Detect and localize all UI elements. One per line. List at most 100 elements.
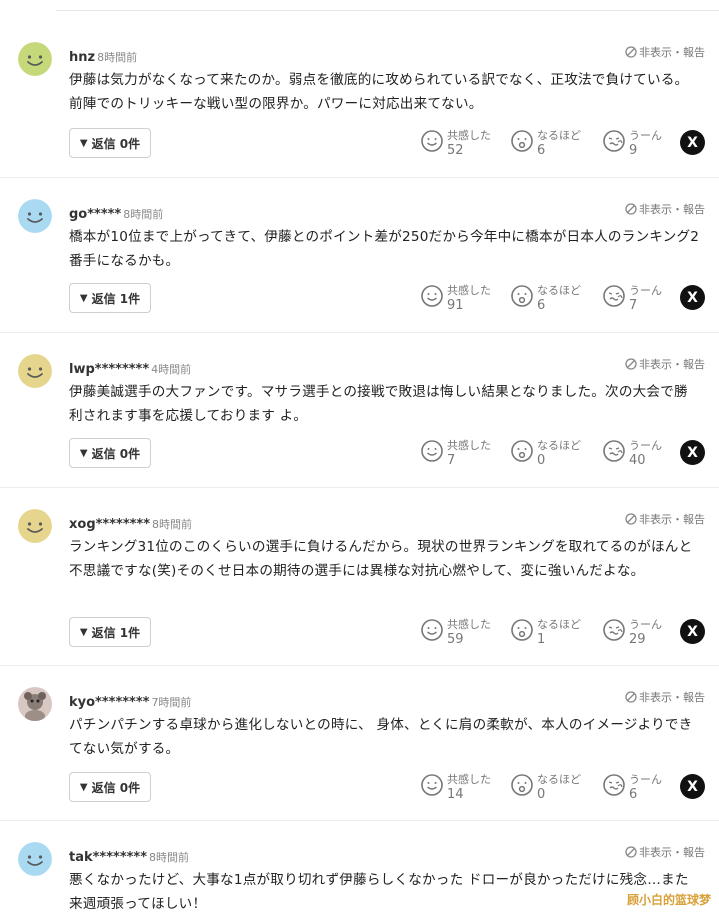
username[interactable]: xog********	[69, 517, 150, 532]
hide-report-link[interactable]: 非表示・報告	[625, 689, 705, 705]
avatar[interactable]	[18, 509, 52, 543]
uun-face-icon	[603, 130, 629, 156]
reaction-label: 共感した	[447, 439, 491, 452]
comment-item: kyo******** 7時間前 非表示・報告パチンパチンする卓球から進化しないとの…	[0, 665, 719, 821]
reaction-count: 6	[629, 787, 638, 802]
hide-report-label: 非表示・報告	[639, 513, 705, 526]
timestamp: 4時間前	[151, 363, 192, 376]
watermark: 顾小白的篮球梦	[626, 893, 711, 907]
reaction-button[interactable]: 共感した 7	[421, 436, 491, 470]
comment-body: 伊藤美誠選手の大ファンです。マサラ選手との接戦で敗退は悔しい結果となりました。次…	[69, 384, 688, 424]
reply-button[interactable]: ▼ 返信 1件	[69, 617, 151, 647]
reaction-button[interactable]: うーん 7	[603, 281, 662, 315]
reply-button[interactable]: ▼ 返信 0件	[69, 128, 151, 158]
timestamp: 8時間前	[97, 51, 138, 64]
avatar[interactable]	[18, 42, 52, 76]
comment-body: ランキング31位のこのくらいの選手に負けるんだから。現状の世界ランキングを取れて…	[69, 539, 693, 579]
timestamp: 8時間前	[123, 208, 164, 221]
reply-button[interactable]: ▼ 返信 0件	[69, 772, 151, 802]
hide-report-link[interactable]: 非表示・報告	[625, 44, 705, 60]
x-share-button[interactable]: X	[680, 285, 705, 310]
x-logo-icon: X	[687, 623, 698, 640]
x-share-button[interactable]: X	[680, 774, 705, 799]
avatar[interactable]	[18, 354, 52, 388]
hide-report-label: 非表示・報告	[639, 46, 705, 59]
reaction-button[interactable]: うーん 9	[603, 126, 662, 160]
comment-meta: tak******** 8時間前	[69, 846, 190, 865]
comment-meta: go***** 8時間前	[69, 203, 164, 222]
hide-report-label: 非表示・報告	[639, 691, 705, 704]
comment-item: go***** 8時間前 非表示・報告 橋本が10位まで上がってきて、伊藤とのポイント…	[0, 177, 719, 333]
comment-body: パチンパチンする卓球から進化しないとの時に、 身体、とくに肩の柔軟が、本人のイメ…	[69, 717, 693, 757]
reply-button[interactable]: ▼ 返信 1件	[69, 283, 151, 313]
x-share-button[interactable]: X	[680, 619, 705, 644]
reaction-label: 共感した	[447, 284, 491, 297]
x-logo-icon: X	[687, 289, 698, 306]
uun-face-icon	[603, 619, 629, 645]
reaction-button[interactable]: なるほど 6	[511, 281, 581, 315]
timestamp: 8時間前	[152, 518, 193, 531]
avatar[interactable]	[18, 687, 52, 721]
reaction-button[interactable]: 共感した 52	[421, 126, 491, 160]
reply-label: 返信 0件	[91, 780, 141, 795]
reaction-button[interactable]: うーん 40	[603, 436, 662, 470]
caret-down-icon: ▼	[79, 447, 88, 459]
reaction-label: 共感した	[447, 129, 491, 142]
comment-item: tak******** 8時間前 非表示・報告 悪くなかったけど、大事な1点が取り切れ…	[0, 820, 719, 916]
x-share-button[interactable]: X	[680, 440, 705, 465]
avatar[interactable]	[18, 842, 52, 876]
reaction-button[interactable]: なるほど 0	[511, 770, 581, 804]
caret-down-icon: ▼	[79, 781, 88, 793]
hide-report-link[interactable]: 非表示・報告	[625, 356, 705, 372]
x-logo-icon: X	[687, 444, 698, 461]
reaction-button[interactable]: 共感した 59	[421, 615, 491, 649]
reaction-button[interactable]: なるほど 0	[511, 436, 581, 470]
x-logo-icon: X	[687, 778, 698, 795]
comment-meta: lwp******** 4時間前	[69, 358, 192, 377]
comment-meta: kyo******** 7時間前	[69, 691, 191, 710]
comment-item: hnz 8時間前 非表示・報告 伊藤は気力がなくなって来たのか。弱点を徹底的に攻められ…	[0, 20, 719, 178]
reaction-count: 6	[537, 143, 546, 158]
username[interactable]: lwp********	[69, 362, 149, 377]
username[interactable]: go*****	[69, 207, 121, 222]
naruhodo-face-icon	[511, 619, 537, 645]
reaction-button[interactable]: うーん 29	[603, 615, 662, 649]
reaction-count: 40	[629, 453, 646, 468]
reply-button[interactable]: ▼ 返信 0件	[69, 438, 151, 468]
reply-label: 返信 0件	[91, 136, 141, 151]
reaction-count: 1	[537, 632, 546, 647]
empathy-face-icon	[421, 619, 447, 645]
reaction-label: なるほど	[537, 439, 581, 452]
hide-report-link[interactable]: 非表示・報告	[625, 844, 705, 860]
naruhodo-face-icon	[511, 440, 537, 466]
username[interactable]: tak********	[69, 850, 147, 865]
reaction-label: 共感した	[447, 773, 491, 786]
username[interactable]: kyo********	[69, 695, 149, 710]
timestamp: 8時間前	[149, 851, 190, 864]
reaction-label: 共感した	[447, 618, 491, 631]
x-share-button[interactable]: X	[680, 130, 705, 155]
block-icon	[625, 203, 637, 215]
reaction-count: 91	[447, 298, 464, 313]
reaction-count: 6	[537, 298, 546, 313]
reaction-button[interactable]: うーん 6	[603, 770, 662, 804]
reaction-label: なるほど	[537, 129, 581, 142]
reaction-button[interactable]: なるほど 6	[511, 126, 581, 160]
block-icon	[625, 358, 637, 370]
hide-report-link[interactable]: 非表示・報告	[625, 511, 705, 527]
caret-down-icon: ▼	[79, 137, 88, 149]
reaction-count: 0	[537, 453, 546, 468]
block-icon	[625, 846, 637, 858]
comment-item: lwp******** 4時間前 非表示・報告伊藤美誠選手の大ファンです。マサラ選手…	[0, 332, 719, 488]
reaction-button[interactable]: 共感した 91	[421, 281, 491, 315]
reaction-button[interactable]: なるほど 1	[511, 615, 581, 649]
hide-report-link[interactable]: 非表示・報告	[625, 201, 705, 217]
top-divider	[0, 10, 719, 11]
avatar[interactable]	[18, 199, 52, 233]
comment-item: xog******** 8時間前 非表示・報告ランキング31位のこのくらいの選手に負…	[0, 487, 719, 666]
uun-face-icon	[603, 774, 629, 800]
hide-report-label: 非表示・報告	[639, 846, 705, 859]
username[interactable]: hnz	[69, 50, 95, 65]
uun-face-icon	[603, 285, 629, 311]
reaction-button[interactable]: 共感した 14	[421, 770, 491, 804]
